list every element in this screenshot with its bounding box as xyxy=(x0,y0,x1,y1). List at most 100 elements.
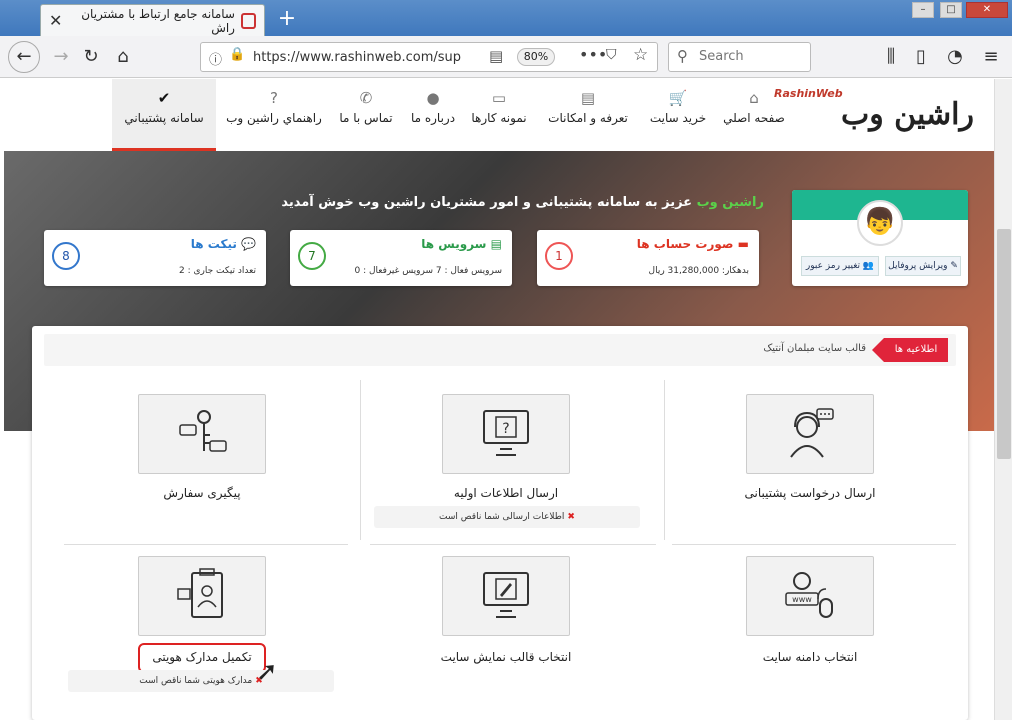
home-icon[interactable]: ⌂ xyxy=(108,42,138,72)
tile-send-info[interactable]: ? xyxy=(442,394,570,474)
tile-label[interactable]: ارسال درخواست پشتیبانی xyxy=(710,486,910,500)
edit-profile-button[interactable]: ✎ ویرایش پروفایل xyxy=(885,256,961,276)
error-x-icon: ✖ xyxy=(567,512,575,522)
tile-id-documents[interactable] xyxy=(138,556,266,636)
new-tab-button[interactable]: + xyxy=(275,6,299,31)
search-box[interactable]: ⚲ xyxy=(668,42,811,72)
menu-label: درباره ما xyxy=(410,111,456,125)
firefox-account-icon[interactable]: ◔ xyxy=(940,42,970,72)
credit-card-icon: ▬ xyxy=(733,237,749,251)
menu-item-contact[interactable]: ✆ تماس با ما xyxy=(334,79,398,151)
service-count: 7 xyxy=(298,242,326,270)
support-agent-icon xyxy=(790,408,834,458)
pocket-icon[interactable]: ⛉ xyxy=(606,47,617,63)
menu-item-support[interactable]: ✔ سامانه پشتيباني xyxy=(112,79,216,151)
menu-item-buy[interactable]: 🛒 خرید سایت xyxy=(644,79,712,151)
tile-label[interactable]: پیگیری سفارش xyxy=(102,486,302,500)
search-input[interactable] xyxy=(699,49,799,64)
services-panel: اطلاعیه ها قالب سایت مبلمان آنتیک ارسال … xyxy=(32,326,968,720)
warning-id-documents: ✖مدارک هویتی شما ناقص است xyxy=(68,670,334,692)
browser-tab[interactable]: سامانه جامع ارتباط با مشتریان راش ✕ xyxy=(40,4,265,36)
divider xyxy=(64,544,348,545)
news-ticker-text[interactable]: قالب سایت مبلمان آنتیک xyxy=(763,343,866,354)
divider xyxy=(370,544,656,545)
tab-title: سامانه جامع ارتباط با مشتریان راش xyxy=(81,6,235,35)
page-content: RashinWeb راشین وب ⌂ صفحه اصلي 🛒 خرید سا… xyxy=(4,79,994,720)
bookmark-star-icon[interactable]: ☆ xyxy=(633,45,648,65)
tile-support-request[interactable] xyxy=(746,394,874,474)
vertical-scrollbar[interactable] xyxy=(994,79,1012,720)
mouse-cursor-icon: ➚ xyxy=(256,657,278,687)
laptop-icon: ▭ xyxy=(491,89,507,107)
comments-icon: 💬 xyxy=(236,237,256,251)
back-arrow-icon[interactable]: ← xyxy=(8,41,40,73)
tile-label[interactable]: ارسال اطلاعات اولیه xyxy=(406,486,606,500)
menu-item-portfolio[interactable]: ▭ نمونه کارها xyxy=(464,79,534,151)
service-card[interactable]: ▤ سرویس ها سرویس فعال : 7 سرویس غیرفعال … xyxy=(290,230,512,286)
menu-label: خرید سایت xyxy=(649,111,707,125)
info-icon[interactable]: ⓘ xyxy=(209,49,222,68)
invoice-title: ▬ صورت حساب ها xyxy=(637,237,749,251)
avatar: 👦 xyxy=(857,200,903,246)
profile-card: 👦 ✎ ویرایش پروفایل 👥 تغییر رمز عبور xyxy=(792,190,968,286)
warning-text: اطلاعات ارسالی شما ناقص است xyxy=(439,512,565,522)
key-chat-icon xyxy=(179,410,227,452)
ticket-title: 💬 تیکت ها xyxy=(191,237,256,251)
server-icon: ▤ xyxy=(580,89,596,107)
www-mouse-icon: www xyxy=(785,572,833,618)
maximize-icon[interactable]: □ xyxy=(940,2,962,18)
browser-toolbar: ← → ↻ ⌂ ⓘ 🔒 https://www.rashinweb.com/su… xyxy=(0,36,1012,78)
service-title: ▤ سرویس ها xyxy=(421,237,502,251)
forward-arrow-icon[interactable]: → xyxy=(46,42,76,72)
menu-item-pricing[interactable]: ▤ تعرفه و امکانات xyxy=(540,79,636,151)
tile-order-tracking[interactable] xyxy=(138,394,266,474)
menu-label: تماس با ما xyxy=(339,111,393,125)
lock-icon: 🔒 xyxy=(229,47,246,62)
divider xyxy=(664,380,665,540)
tile-label[interactable]: انتخاب قالب نمایش سایت xyxy=(406,650,606,664)
search-icon: ⚲ xyxy=(677,47,688,65)
id-clipboard-icon xyxy=(177,568,223,618)
tab-close-icon[interactable]: ✕ xyxy=(49,11,62,30)
close-window-icon[interactable]: ✕ xyxy=(966,2,1008,18)
invoice-card[interactable]: ▬ صورت حساب ها بدهکار: 31,280,000 ریال 1 xyxy=(537,230,759,286)
divider xyxy=(672,544,956,545)
ticket-title-text: تیکت ها xyxy=(190,237,237,251)
hamburger-menu-icon[interactable]: ≡ xyxy=(976,42,1006,72)
server-icon: ▤ xyxy=(486,237,502,251)
home-icon: ⌂ xyxy=(749,89,759,107)
welcome-name: راشین وب xyxy=(696,195,764,210)
menu-item-about[interactable]: ● درباره ما xyxy=(406,79,460,151)
warning-text: مدارک هویتی شما ناقص است xyxy=(139,676,253,686)
users-icon: 👥 xyxy=(860,261,875,271)
menu-item-guide[interactable]: ? راهنماي راشين وب xyxy=(222,79,326,151)
scrollbar-thumb[interactable] xyxy=(997,229,1011,459)
tile-template[interactable] xyxy=(442,556,570,636)
change-password-button[interactable]: 👥 تغییر رمز عبور xyxy=(801,256,879,276)
warning-send-info: ✖اطلاعات ارسالی شما ناقص است xyxy=(374,506,640,528)
reload-icon[interactable]: ↻ xyxy=(76,42,106,72)
tile-label[interactable]: انتخاب دامنه سایت xyxy=(710,650,910,664)
service-title-text: سرویس ها xyxy=(421,237,487,251)
invoice-title-text: صورت حساب ها xyxy=(636,237,734,251)
menu-item-home[interactable]: ⌂ صفحه اصلي xyxy=(722,79,786,151)
tile-domain[interactable]: www xyxy=(746,556,874,636)
url-text[interactable]: https://www.rashinweb.com/sup xyxy=(253,50,463,65)
zoom-level[interactable]: 80% xyxy=(517,48,555,66)
library-icon[interactable]: ⫼ xyxy=(876,42,906,72)
menu-label: راهنماي راشين وب xyxy=(226,111,322,125)
window-title-bar: سامانه جامع ارتباط با مشتریان راش ✕ + – … xyxy=(0,0,1012,36)
invoice-balance: بدهکار: 31,280,000 ریال xyxy=(648,266,749,276)
site-logo[interactable]: RashinWeb راشین وب xyxy=(774,87,974,141)
news-bar: اطلاعیه ها قالب سایت مبلمان آنتیک xyxy=(44,334,956,366)
site-favicon-icon xyxy=(240,12,256,29)
more-actions-icon[interactable]: ••• xyxy=(579,45,607,64)
menu-label: تعرفه و امکانات xyxy=(548,111,628,125)
minimize-icon[interactable]: – xyxy=(912,2,934,18)
question-icon: ? xyxy=(270,89,278,107)
address-bar[interactable]: ⓘ 🔒 https://www.rashinweb.com/sup ▤ 80% … xyxy=(200,42,658,72)
reader-view-icon[interactable]: ▤ xyxy=(489,47,503,65)
ticket-card[interactable]: 💬 تیکت ها تعداد تیکت جاری : 2 8 xyxy=(44,230,266,286)
sidebar-icon[interactable]: ▯ xyxy=(906,42,936,72)
welcome-message: راشین وب عزیز به سامانه پشتیبانی و امور … xyxy=(234,195,764,210)
